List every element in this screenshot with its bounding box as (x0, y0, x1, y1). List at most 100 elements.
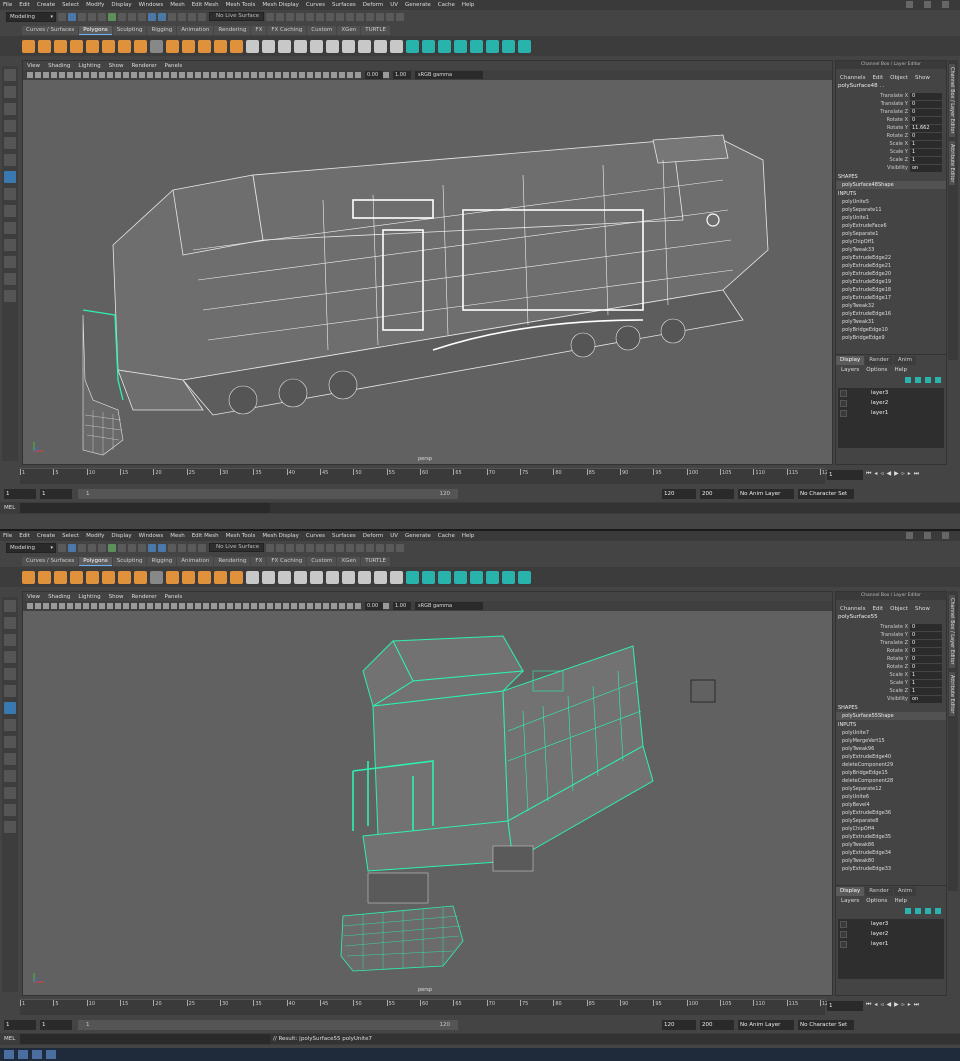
input-node[interactable]: polyBridgeEdge10 (836, 326, 946, 334)
input-node[interactable]: polyUnite5 (836, 198, 946, 206)
shelf-tool-icon[interactable] (342, 39, 355, 53)
visibility-toggle-icon[interactable] (840, 399, 847, 407)
gamma-field[interactable]: 1.00 (393, 602, 411, 610)
range-slider[interactable]: 1 120 (78, 489, 458, 499)
input-node[interactable]: polyBridgeEdge9 (836, 334, 946, 342)
shelf-tool-icon[interactable] (278, 570, 291, 584)
layer-action-icon[interactable] (935, 908, 941, 914)
attribute-value[interactable]: 0 (910, 132, 942, 140)
attribute-value[interactable]: on (910, 164, 942, 172)
shelf-tool-icon[interactable] (246, 570, 259, 584)
viewport-tool-icon[interactable] (307, 603, 313, 609)
menu-item[interactable]: Display (111, 2, 131, 8)
shelf-tool-icon[interactable] (166, 570, 179, 584)
shelf-tool-icon[interactable] (422, 570, 435, 584)
menu-item[interactable]: Mesh Tools (226, 2, 256, 8)
shelf-tab[interactable]: FX (251, 25, 267, 35)
attribute-name[interactable]: Scale Z (836, 157, 910, 163)
input-node[interactable]: polySeparate1 (836, 230, 946, 238)
mode-selector[interactable]: Modeling (6, 542, 56, 553)
viewport-tool-icon[interactable] (123, 72, 129, 78)
menu-item[interactable]: Surfaces (332, 2, 356, 8)
shelf-tool-icon[interactable] (294, 570, 307, 584)
single-view-icon[interactable] (4, 188, 16, 200)
play-back-icon[interactable]: ◀ (886, 470, 891, 478)
color-space-dropdown[interactable]: sRGB gamma (415, 71, 483, 79)
shelf-tab[interactable]: Animation (177, 25, 214, 35)
render-tool-icon[interactable] (296, 12, 304, 21)
shelf-tool-icon[interactable] (214, 570, 227, 584)
rotate-tool-icon[interactable] (4, 668, 16, 680)
shelf-tool-icon[interactable] (134, 39, 147, 53)
layout-icon[interactable] (4, 239, 16, 251)
menu-item[interactable]: Mesh (170, 2, 184, 8)
status-tool-icon[interactable] (198, 543, 206, 552)
channel-box-menu-item[interactable]: Edit (872, 606, 883, 612)
shelf-tool-icon[interactable] (86, 570, 99, 584)
layout-icon[interactable] (4, 787, 16, 799)
shelf-tool-icon[interactable] (326, 570, 339, 584)
shelf-tool-icon[interactable] (502, 570, 515, 584)
viewport-tool-icon[interactable] (275, 72, 281, 78)
viewport-panel[interactable]: View Shading Lighting Show Renderer Panels 0.0… (22, 591, 833, 996)
shelf-tool-icon[interactable] (438, 39, 451, 53)
viewport-tool-icon[interactable] (235, 72, 241, 78)
range-slider[interactable]: 1 120 (78, 1020, 458, 1030)
shelf-tool-icon[interactable] (246, 39, 259, 53)
layer-row[interactable]: layer1 (838, 939, 944, 949)
exposure-field[interactable]: 0.00 (365, 602, 383, 610)
shelf-tool-icon[interactable] (374, 39, 387, 53)
layout-icon[interactable] (4, 256, 16, 268)
attribute-value[interactable]: 1 (910, 156, 942, 164)
shelf-tab[interactable]: Curves / Surfaces (22, 25, 79, 35)
layer-row[interactable]: layer3 (838, 919, 944, 929)
layer-tab[interactable]: Render (865, 886, 893, 896)
layer-action-icon[interactable] (925, 377, 931, 383)
viewport-tool-icon[interactable] (99, 72, 105, 78)
shelf-tool-icon[interactable] (310, 39, 323, 53)
prev-key-icon[interactable]: ◃ (880, 1001, 883, 1009)
visibility-toggle-icon[interactable] (840, 940, 847, 948)
menu-item[interactable]: Select (62, 533, 79, 539)
shelf-tool-icon[interactable] (118, 570, 131, 584)
move-tool-icon[interactable] (4, 651, 16, 663)
viewport-tool-icon[interactable] (291, 72, 297, 78)
menu-item[interactable]: Create (37, 2, 55, 8)
layer-tab[interactable]: Display (836, 355, 865, 365)
attribute-name[interactable]: Translate Z (836, 640, 910, 646)
viewport-tool-icon[interactable] (147, 603, 153, 609)
input-node[interactable]: polyTweak86 (836, 841, 946, 849)
timeline-bar[interactable]: 1 5 10 15 20 25 30 35 40 45 50 55 60 65 70 75 80 85 90 95 10… (20, 468, 832, 484)
menu-item[interactable]: Modify (86, 2, 104, 8)
layer-tab[interactable]: Anim (893, 355, 917, 365)
attribute-name[interactable]: Visibility (836, 165, 910, 171)
attribute-value[interactable]: 11.662 (910, 124, 942, 132)
shelf-tool-icon[interactable] (118, 39, 131, 53)
layer-name[interactable]: layer3 (871, 921, 888, 927)
shelf-tab[interactable]: TURTLE (361, 25, 390, 35)
viewport-tool-icon[interactable] (203, 603, 209, 609)
viewport-tool-icon[interactable] (99, 603, 105, 609)
viewport-menu-item[interactable]: Shading (48, 594, 70, 600)
menu-item[interactable]: Mesh Display (262, 533, 299, 539)
viewport-tool-icon[interactable] (75, 72, 81, 78)
channel-box-menu-item[interactable]: Show (915, 606, 930, 612)
viewport-tool-icon[interactable] (267, 603, 273, 609)
viewport-tool-icon[interactable] (251, 603, 257, 609)
shelf-tool-icon[interactable] (230, 39, 243, 53)
menu-item[interactable]: Cache (438, 533, 455, 539)
render-tool-icon[interactable] (276, 543, 284, 552)
shelf-tool-icon[interactable] (150, 39, 163, 53)
viewport-menu-item[interactable]: Shading (48, 63, 70, 69)
viewport-tool-icon[interactable] (227, 603, 233, 609)
channel-box-menu-item[interactable]: Channels (840, 606, 865, 612)
input-node[interactable]: polyExtrudeEdge22 (836, 254, 946, 262)
viewport-menu-item[interactable]: View (27, 594, 40, 600)
layer-action-icon[interactable] (935, 377, 941, 383)
menu-item[interactable]: Mesh (170, 533, 184, 539)
minimize-icon[interactable] (906, 1, 913, 8)
layer-row[interactable]: layer2 (838, 929, 944, 939)
status-tool-icon[interactable] (98, 543, 106, 552)
shelf-tool-icon[interactable] (518, 39, 531, 53)
viewport-tool-icon[interactable] (43, 603, 49, 609)
